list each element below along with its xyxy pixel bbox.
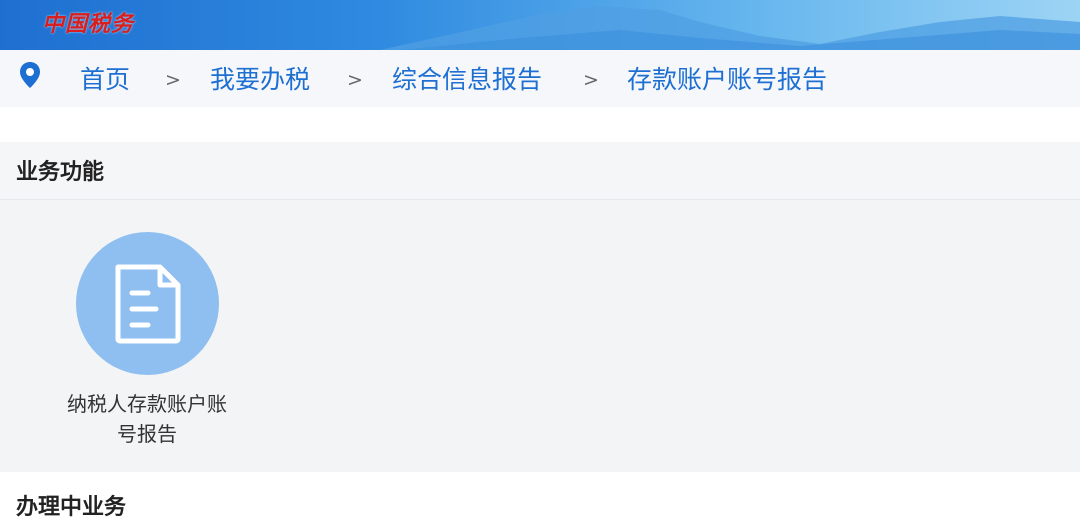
breadcrumb-separator: > (347, 69, 363, 91)
mountain-illustration (380, 6, 1080, 50)
breadcrumb-separator: > (165, 69, 181, 91)
tile-label-line1: 纳税人存款账户账 (67, 392, 227, 416)
breadcrumb-item-deposit-account[interactable]: 存款账户账号报告 (627, 65, 827, 95)
section-title-business-functions: 业务功能 (16, 160, 105, 185)
breadcrumb-item-home[interactable]: 首页 (80, 65, 130, 95)
business-functions-header (0, 142, 1080, 200)
breadcrumb-item-tax-service[interactable]: 我要办税 (210, 65, 310, 95)
section-title-in-progress: 办理中业务 (16, 495, 127, 520)
header-banner: 中国税务 (0, 0, 1080, 50)
document-icon (115, 264, 180, 343)
breadcrumb-item-info-report[interactable]: 综合信息报告 (392, 65, 542, 95)
deposit-account-report-tile[interactable] (76, 232, 219, 375)
tile-label-line2: 号报告 (117, 422, 177, 446)
logo: 中国税务 (42, 11, 135, 37)
in-progress-header (0, 473, 1080, 531)
location-pin-icon (20, 62, 40, 88)
breadcrumb-separator: > (583, 69, 599, 91)
deposit-account-report-label[interactable]: 纳税人存款账户账 号报告 (52, 389, 242, 449)
